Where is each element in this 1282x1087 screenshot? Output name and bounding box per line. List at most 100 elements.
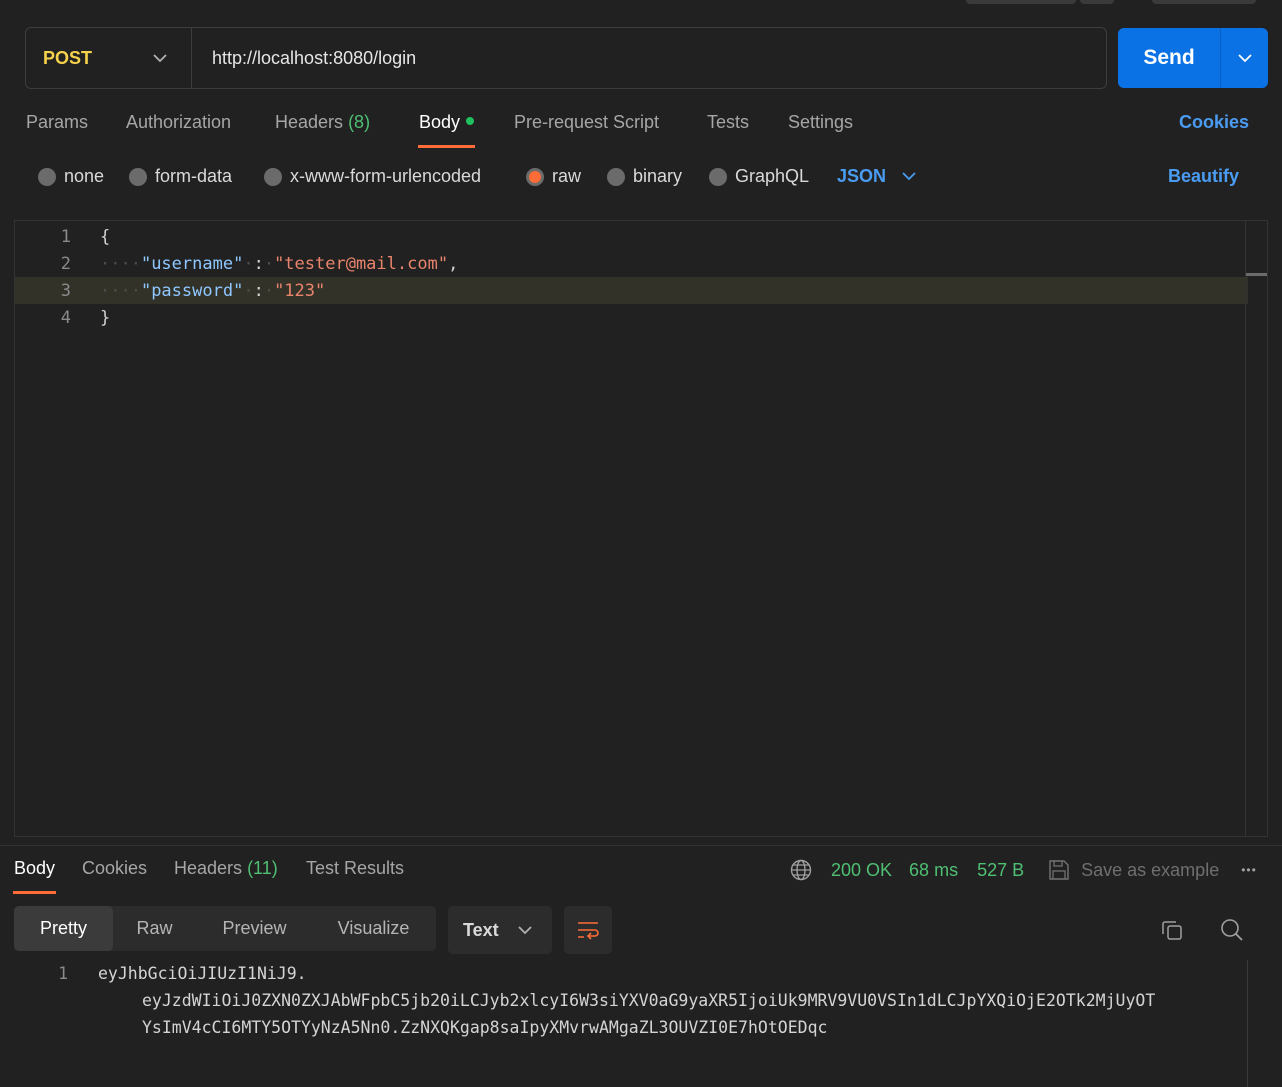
tab-label: Params	[26, 112, 89, 132]
editor-line: 2 ····"username"·:·"tester@mail.com",	[15, 250, 1267, 277]
view-mode-preview[interactable]: Preview	[196, 906, 313, 951]
globe-icon[interactable]	[790, 859, 812, 881]
chevron-down-icon	[1237, 53, 1252, 62]
tab-label: Test Results	[306, 858, 405, 878]
tab-label: Cookies	[82, 858, 148, 878]
tab-label: Headers	[174, 858, 243, 878]
response-body[interactable]: 1 eyJhbGciOiJIUzI1NiJ9. eyJzdWIiOiJ0ZXN0…	[0, 960, 1282, 1087]
radio-circle	[129, 167, 147, 186]
wrap-lines-button[interactable]	[564, 906, 612, 954]
chevron-down-icon	[153, 53, 167, 62]
response-tab-headers[interactable]: Headers (11)	[174, 858, 278, 879]
radio-circle-selected	[526, 167, 544, 186]
tab-label: Headers	[275, 112, 344, 132]
raw-format-select[interactable]: JSON	[837, 166, 916, 187]
response-meta: 200 OK 68 ms 527 B Save as example •••	[790, 858, 1257, 882]
response-tab-body[interactable]: Body	[13, 858, 57, 894]
tab-label: Body	[419, 112, 461, 132]
cookies-link[interactable]: Cookies	[1179, 112, 1249, 133]
tab-authorization[interactable]: Authorization	[126, 112, 231, 133]
radio-circle	[709, 167, 727, 186]
editor-line: 4 }	[15, 304, 1267, 331]
editor-line: 1 {	[15, 223, 1267, 250]
url-input[interactable]: http://localhost:8080/login	[192, 48, 416, 69]
radio-x-www-form-urlencoded[interactable]: x-www-form-urlencoded	[264, 166, 481, 187]
chevron-down-icon	[902, 172, 916, 181]
request-body-editor[interactable]: 1 { 2 ····"username"·:·"tester@mail.com"…	[14, 220, 1268, 837]
send-options-button[interactable]	[1220, 28, 1268, 88]
response-tab-cookies[interactable]: Cookies	[82, 858, 147, 879]
top-stub-mid	[1080, 0, 1114, 4]
tab-label: Settings	[788, 112, 854, 132]
wrap-lines-icon	[578, 922, 599, 940]
radio-graphql[interactable]: GraphQL	[709, 166, 809, 187]
headers-count: (11)	[247, 858, 278, 878]
more-options-icon[interactable]: •••	[1241, 863, 1257, 877]
copy-icon[interactable]	[1157, 915, 1187, 945]
tab-label: Tests	[707, 112, 750, 132]
active-tab-underline	[13, 891, 57, 894]
radio-label: raw	[552, 166, 582, 186]
method-label: POST	[43, 47, 93, 68]
view-mode-pretty[interactable]: Pretty	[14, 906, 113, 951]
tab-headers[interactable]: Headers (8)	[275, 112, 370, 133]
save-icon	[1049, 860, 1069, 880]
radio-circle	[264, 167, 282, 186]
line-number: 3	[60, 280, 71, 301]
response-time[interactable]: 68 ms	[909, 860, 958, 881]
send-button[interactable]: Send	[1118, 28, 1268, 88]
tab-label: Authorization	[126, 112, 232, 132]
body-indicator-dot	[466, 117, 475, 126]
code-text: }	[100, 307, 111, 328]
radio-circle	[607, 167, 625, 186]
line-number: 2	[60, 253, 71, 274]
response-line: YsImV4cCI6MTY5OTYyNzA5Nn0.ZzNXQKgap8saIp…	[142, 1018, 828, 1037]
tab-body[interactable]: Body	[418, 112, 476, 148]
radio-label: none	[64, 166, 105, 186]
method-select[interactable]: POST	[26, 28, 192, 88]
search-icon[interactable]	[1217, 915, 1247, 945]
editor-scrollbar[interactable]	[1245, 221, 1267, 836]
radio-none[interactable]: none	[38, 166, 104, 187]
response-size[interactable]: 527 B	[977, 860, 1024, 881]
active-tab-underline	[418, 145, 476, 148]
radio-label: GraphQL	[735, 166, 810, 186]
radio-binary[interactable]: binary	[607, 166, 682, 187]
code-text: {	[100, 226, 111, 247]
response-line: eyJzdWIiOiJ0ZXN0ZXJAbWFpbC5jb20iLCJyb2xl…	[142, 991, 1156, 1010]
top-stub-left	[966, 0, 1076, 4]
radio-circle	[38, 167, 56, 186]
response-scrollbar[interactable]	[1247, 960, 1248, 1087]
tab-pre-request-script[interactable]: Pre-request Script	[514, 112, 659, 133]
line-number: 1	[60, 226, 71, 247]
tab-tests[interactable]: Tests	[707, 112, 749, 133]
response-tab-test-results[interactable]: Test Results	[306, 858, 404, 879]
tab-label: Body	[14, 858, 56, 878]
chevron-down-icon	[518, 925, 532, 934]
response-format-select[interactable]: Text	[448, 906, 552, 954]
radio-raw[interactable]: raw	[526, 166, 581, 187]
status-code[interactable]: 200 OK	[831, 860, 892, 881]
pane-divider[interactable]	[0, 845, 1282, 846]
view-mode-raw[interactable]: Raw	[113, 906, 196, 951]
beautify-link[interactable]: Beautify	[1168, 166, 1239, 187]
code-text: ····"password"·:·"123"	[100, 280, 326, 301]
raw-format-label: JSON	[837, 166, 887, 186]
code-text: ····"username"·:·"tester@mail.com",	[100, 253, 459, 274]
response-format-label: Text	[463, 919, 499, 940]
radio-label: x-www-form-urlencoded	[290, 166, 482, 186]
tab-settings[interactable]: Settings	[788, 112, 853, 133]
save-as-example-button[interactable]: Save as example	[1081, 860, 1219, 881]
radio-form-data[interactable]: form-data	[129, 166, 232, 187]
line-number: 4	[60, 307, 71, 328]
editor-scroll-thumb[interactable]	[1246, 273, 1267, 276]
line-number: 1	[58, 964, 68, 983]
send-label: Send	[1143, 46, 1195, 69]
editor-line-current: 3 ····"password"·:·"123"	[15, 277, 1248, 304]
tab-params[interactable]: Params	[26, 112, 88, 133]
top-stub-right	[1152, 0, 1256, 4]
tab-label: Pre-request Script	[514, 112, 660, 132]
view-mode-visualize[interactable]: Visualize	[313, 906, 434, 951]
radio-label: form-data	[155, 166, 233, 186]
view-mode-segmented: Pretty Raw Preview Visualize	[14, 906, 436, 951]
